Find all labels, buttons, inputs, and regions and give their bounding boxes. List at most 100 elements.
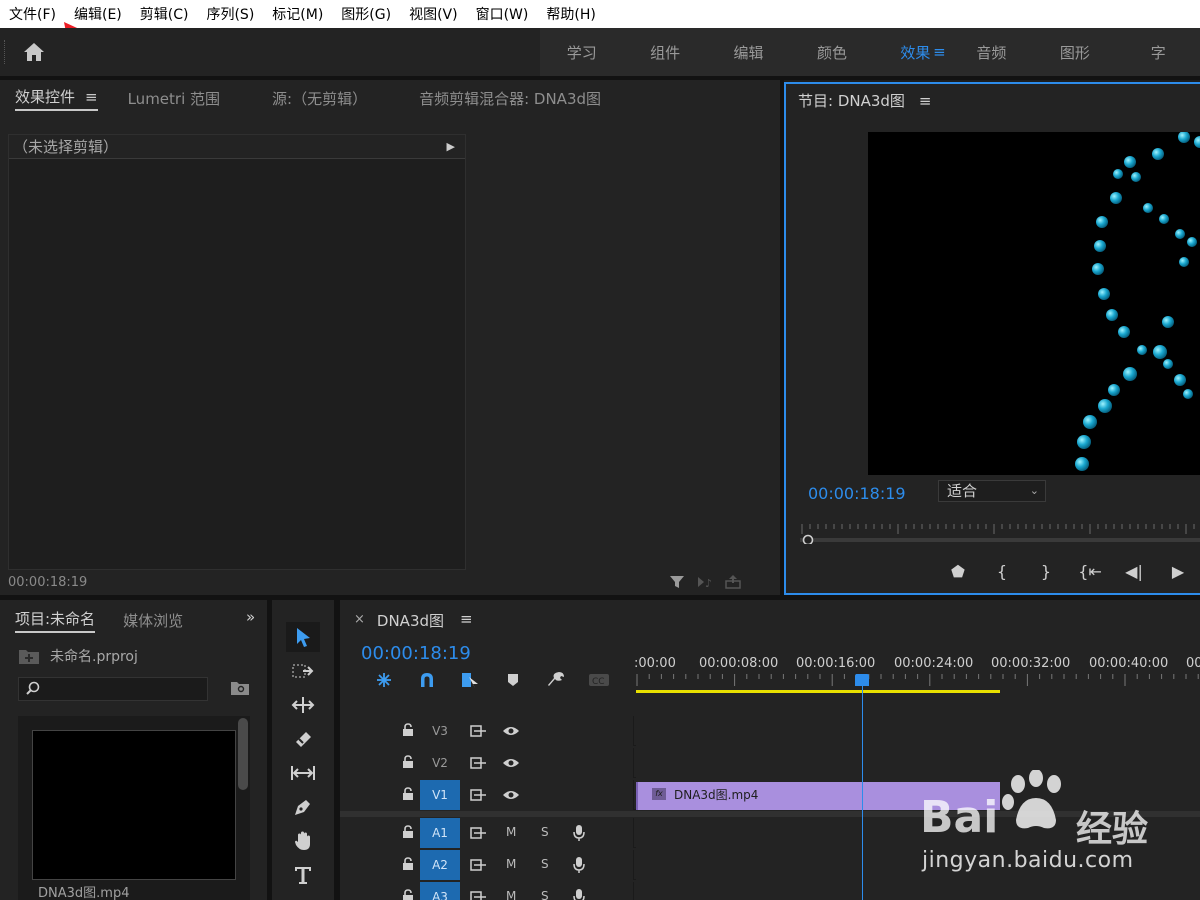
track-name[interactable]: V2	[420, 748, 460, 778]
eye-icon[interactable]	[502, 757, 520, 769]
program-scrubber[interactable]	[800, 522, 1200, 544]
filter-icon[interactable]	[668, 573, 686, 591]
microphone-icon[interactable]	[572, 856, 586, 874]
razor-tool[interactable]	[286, 724, 320, 754]
play-audio-icon[interactable]: ♪	[696, 573, 714, 591]
track-name[interactable]: A1	[420, 818, 460, 848]
ripple-edit-tool[interactable]	[286, 690, 320, 720]
microphone-icon[interactable]	[572, 824, 586, 842]
menu-edit[interactable]: 编辑(E)	[74, 4, 122, 24]
menu-window[interactable]: 窗口(W)	[476, 4, 529, 24]
lock-icon[interactable]	[402, 857, 414, 871]
solo-button[interactable]: S	[541, 857, 549, 871]
sync-lock-icon[interactable]	[470, 890, 488, 900]
lock-icon[interactable]	[402, 723, 414, 737]
eye-icon[interactable]	[502, 725, 520, 737]
lock-icon[interactable]	[402, 889, 414, 900]
track-name[interactable]: V3	[420, 716, 460, 746]
panel-menu-icon[interactable]: ≡	[85, 88, 98, 106]
program-timecode[interactable]: 00:00:18:19	[808, 484, 906, 503]
captions-button[interactable]: CC	[577, 670, 620, 690]
tab-graphics[interactable]: 图形	[1033, 42, 1116, 63]
fit-select[interactable]: 适合 ⌄	[938, 480, 1046, 502]
track-select-tool[interactable]	[286, 656, 320, 686]
step-back-button[interactable]: ◀|	[1112, 562, 1156, 581]
sync-lock-icon[interactable]	[470, 826, 488, 840]
divider[interactable]	[780, 80, 784, 595]
mute-button[interactable]: M	[506, 889, 516, 900]
clip-thumbnail[interactable]	[32, 730, 236, 880]
solo-button[interactable]: S	[541, 825, 549, 839]
mute-button[interactable]: M	[506, 857, 516, 871]
menu-marker[interactable]: 标记(M)	[272, 4, 323, 24]
tab-editing[interactable]: 编辑	[707, 42, 790, 63]
sync-lock-icon[interactable]	[470, 858, 488, 872]
divider[interactable]	[334, 600, 340, 900]
scrollbar-thumb[interactable]	[238, 718, 248, 790]
track-name[interactable]: A2	[420, 850, 460, 880]
pen-tool[interactable]	[286, 792, 320, 822]
tab-effect-controls[interactable]: 效果控件 ≡	[15, 86, 98, 111]
menu-sequence[interactable]: 序列(S)	[206, 4, 254, 24]
tab-audio[interactable]: 音频	[950, 42, 1033, 63]
sequence-tab[interactable]: × DNA3d图 ≡	[354, 610, 473, 631]
menu-help[interactable]: 帮助(H)	[546, 4, 595, 24]
hand-tool[interactable]	[286, 826, 320, 856]
menu-graphics[interactable]: 图形(G)	[341, 4, 391, 24]
timeline-settings-button[interactable]	[534, 670, 577, 690]
eye-icon[interactable]	[502, 789, 520, 801]
playhead-handle[interactable]	[855, 674, 869, 686]
tab-assembly[interactable]: 组件	[623, 42, 706, 63]
mute-button[interactable]: M	[506, 825, 516, 839]
tab-lumetri-scopes[interactable]: Lumetri 范围	[128, 88, 220, 109]
expand-arrow-icon[interactable]: ▶	[447, 140, 455, 153]
menu-view[interactable]: 视图(V)	[409, 4, 458, 24]
tab-audio-clip-mixer[interactable]: 音频剪辑混合器: DNA3d图	[419, 88, 601, 109]
workspace-menu-icon[interactable]: ≡	[933, 43, 946, 61]
tab-learning[interactable]: 学习	[540, 42, 623, 63]
selection-tool[interactable]	[286, 622, 320, 652]
tab-media-browser[interactable]: 媒体浏览	[123, 610, 185, 631]
program-menu-icon[interactable]: ≡	[919, 92, 932, 110]
slip-tool[interactable]	[286, 758, 320, 788]
microphone-icon[interactable]	[572, 888, 586, 900]
lock-icon[interactable]	[402, 825, 414, 839]
divider[interactable]	[0, 595, 1200, 600]
project-scrollbar[interactable]	[236, 716, 250, 900]
menu-clip[interactable]: 剪辑(C)	[140, 4, 189, 24]
divider[interactable]	[267, 600, 272, 900]
export-icon[interactable]	[724, 573, 742, 591]
tab-source[interactable]: 源:（无剪辑）	[272, 88, 367, 109]
timeline-ruler[interactable]: :00:00 00:00:08:00 00:00:16:00 00:00:24:…	[634, 656, 1200, 676]
mark-out-button[interactable]: }	[1024, 562, 1068, 581]
nest-toggle[interactable]	[362, 670, 405, 690]
playhead-line[interactable]	[862, 682, 863, 900]
sequence-menu-icon[interactable]: ≡	[460, 610, 473, 631]
program-video[interactable]	[868, 132, 1200, 475]
sync-lock-icon[interactable]	[470, 756, 488, 770]
play-button[interactable]: ▶	[1156, 562, 1200, 581]
home-button[interactable]	[16, 36, 52, 68]
timeline-timecode[interactable]: 00:00:18:19	[361, 643, 471, 664]
new-search-bin-icon[interactable]	[230, 680, 250, 696]
lock-icon[interactable]	[402, 755, 414, 769]
scrubber-playhead[interactable]	[802, 534, 814, 545]
tab-color[interactable]: 颜色	[790, 42, 873, 63]
type-tool[interactable]	[286, 860, 320, 890]
project-search-input[interactable]	[18, 677, 208, 701]
track-name[interactable]: A3	[420, 882, 460, 900]
more-panels-icon[interactable]: »	[246, 608, 255, 626]
linked-selection-toggle[interactable]	[448, 670, 491, 690]
track-lane[interactable]	[636, 716, 1200, 746]
tab-project[interactable]: 项目:未命名	[15, 608, 96, 633]
snap-toggle[interactable]	[405, 670, 448, 690]
mark-in-button[interactable]: {	[980, 562, 1024, 581]
go-to-in-button[interactable]: {⇤	[1068, 562, 1112, 581]
panel-grip[interactable]	[4, 40, 7, 64]
menu-file[interactable]: 文件(F)	[9, 4, 56, 24]
close-icon[interactable]: ×	[354, 612, 365, 631]
track-name[interactable]: V1	[420, 780, 460, 810]
sync-lock-icon[interactable]	[470, 724, 488, 738]
program-tab[interactable]: 节目: DNA3d图 ≡	[798, 90, 932, 111]
add-marker-button[interactable]: ⬟	[936, 562, 980, 581]
